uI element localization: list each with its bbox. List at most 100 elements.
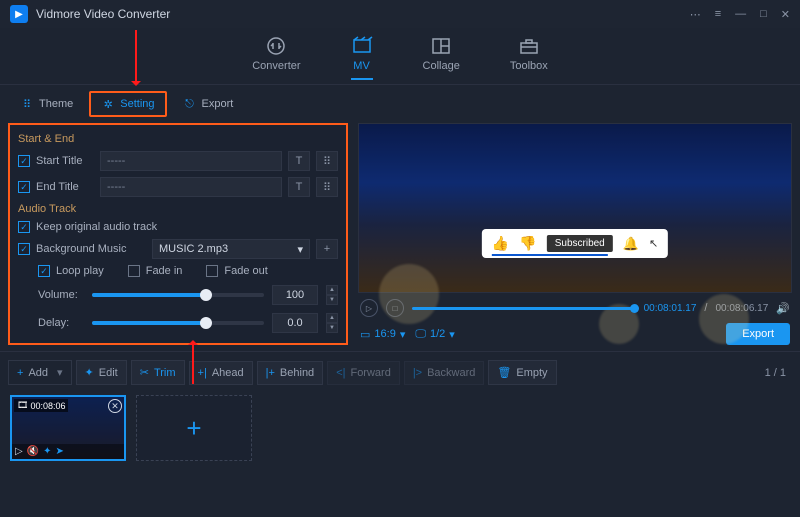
fadeout-label: Fade out [224, 265, 267, 277]
add-button[interactable]: +Add▾ [8, 360, 72, 385]
bgm-label: Background Music [36, 243, 146, 255]
annotation-arrow-bottom [192, 344, 194, 384]
maximize-icon[interactable]: □ [760, 8, 767, 21]
aspect-icon: ▭ [360, 328, 370, 341]
startend-header: Start & End [18, 133, 338, 145]
fadein-checkbox[interactable]: ✓ [128, 265, 140, 277]
clip-effects-icon[interactable]: ✦ [43, 446, 51, 457]
empty-button[interactable]: 🗑Empty [488, 360, 556, 385]
chevron-down-icon: ▾ [449, 328, 455, 341]
preview-panel: 👍 👎 Subscribed 🔔 ↖ ▷ □ 00:08:01.17/00:08… [358, 123, 792, 345]
end-title-label: End Title [36, 181, 94, 193]
mv-icon [351, 36, 373, 56]
chevron-down-icon: ▾ [297, 243, 303, 256]
settings-tabs: ⠿ Theme ✲ Setting ⎋ Export [0, 85, 800, 123]
app-title: Vidmore Video Converter [36, 7, 690, 21]
clip-thumbnail[interactable]: 🎞00:08:06 ✕ ▷ 🔇 ✦ ➤ [10, 395, 126, 461]
end-title-input[interactable]: ----- [100, 177, 282, 197]
end-title-edit-button[interactable]: ⠿ [316, 177, 338, 197]
zoom-select[interactable]: 🖵 1/2 ▾ [415, 328, 454, 341]
nav-collage[interactable]: Collage [423, 36, 460, 80]
zoom-value: 1/2 [430, 328, 445, 340]
tab-export[interactable]: ⎋ Export [173, 93, 244, 115]
clip-duration: 🎞00:08:06 [14, 399, 68, 412]
feedback-icon[interactable]: ⋯ [690, 8, 701, 21]
nav-toolbox-label: Toolbox [510, 60, 548, 72]
delay-stepper[interactable]: ▲▼ [326, 313, 338, 333]
minimize-icon[interactable]: — [735, 8, 746, 21]
play-button[interactable]: ▷ [360, 299, 378, 317]
aspect-ratio-select[interactable]: ▭ 16:9 ▾ [360, 328, 405, 341]
tab-export-label: Export [202, 98, 234, 110]
start-title-checkbox[interactable]: ✓ [18, 155, 30, 167]
bgm-checkbox[interactable]: ✓ [18, 243, 30, 255]
main-nav: Converter MV Collage Toolbox [0, 28, 800, 85]
fadeout-checkbox[interactable]: ✓ [206, 265, 218, 277]
export-icon: ⎋ [183, 97, 197, 111]
add-clip-button[interactable]: + [136, 395, 252, 461]
tab-theme[interactable]: ⠿ Theme [10, 93, 83, 115]
subscribed-badge: Subscribed [547, 235, 613, 252]
nav-mv-label: MV [353, 60, 370, 72]
delay-slider[interactable] [92, 321, 264, 325]
clip-remove-button[interactable]: ✕ [108, 399, 122, 413]
bell-icon: 🔔 [623, 236, 639, 252]
video-preview[interactable]: 👍 👎 Subscribed 🔔 ↖ [358, 123, 792, 293]
film-icon: 🎞 [17, 400, 28, 411]
close-icon[interactable]: ✕ [781, 8, 790, 21]
converter-icon [265, 36, 287, 56]
backward-button[interactable]: |>Backward [404, 361, 485, 385]
nav-converter[interactable]: Converter [252, 36, 300, 80]
end-title-font-button[interactable]: T [288, 177, 310, 197]
plus-icon: + [17, 367, 23, 379]
loop-checkbox[interactable]: ✓ [38, 265, 50, 277]
clip-share-icon[interactable]: ➤ [56, 446, 64, 457]
nav-mv[interactable]: MV [351, 36, 373, 80]
behind-button[interactable]: |+Behind [257, 361, 324, 385]
delay-value[interactable]: 0.0 [272, 313, 318, 333]
aspect-value: 16:9 [374, 328, 395, 340]
volume-slider[interactable] [92, 293, 264, 297]
end-title-checkbox[interactable]: ✓ [18, 181, 30, 193]
start-title-edit-button[interactable]: ⠿ [316, 151, 338, 171]
scissors-icon: ✂ [140, 366, 149, 379]
time-current: 00:08:01.17 [644, 303, 697, 314]
bottom-toolbar: +Add▾ ✦Edit ✂Trim +|Ahead |+Behind <|For… [0, 351, 800, 391]
wand-icon: ✦ [85, 366, 94, 379]
tab-setting-label: Setting [120, 98, 154, 110]
ahead-button[interactable]: +|Ahead [189, 361, 253, 385]
timeline-slider[interactable] [412, 307, 636, 310]
monitor-icon: 🖵 [415, 328, 426, 341]
volume-icon[interactable]: 🔊 [776, 302, 790, 315]
tab-setting[interactable]: ✲ Setting [89, 91, 166, 117]
start-title-input[interactable]: ----- [100, 151, 282, 171]
chevron-down-icon: ▾ [400, 328, 406, 341]
clip-mute-icon[interactable]: 🔇 [27, 446, 39, 457]
collage-icon [430, 36, 452, 56]
ahead-icon: +| [198, 367, 207, 379]
trim-button[interactable]: ✂Trim [131, 360, 185, 385]
start-title-font-button[interactable]: T [288, 151, 310, 171]
bgm-select[interactable]: MUSIC 2.mp3 ▾ [152, 239, 310, 259]
nav-converter-label: Converter [252, 60, 300, 72]
delay-label: Delay: [38, 317, 84, 329]
app-logo-icon: ▶ [10, 5, 28, 23]
volume-value[interactable]: 100 [272, 285, 318, 305]
nav-collage-label: Collage [423, 60, 460, 72]
nav-toolbox[interactable]: Toolbox [510, 36, 548, 80]
behind-icon: |+ [266, 367, 275, 379]
bgm-add-button[interactable]: + [316, 239, 338, 259]
volume-stepper[interactable]: ▲▼ [326, 285, 338, 305]
loop-label: Loop play [56, 265, 104, 277]
keep-audio-checkbox[interactable]: ✓ [18, 221, 30, 233]
menu-icon[interactable]: ≡ [715, 8, 721, 21]
clip-play-icon[interactable]: ▷ [15, 446, 23, 457]
gear-icon: ✲ [101, 97, 115, 111]
keep-audio-label: Keep original audio track [36, 221, 157, 233]
title-bar: ▶ Vidmore Video Converter ⋯ ≡ — □ ✕ [0, 0, 800, 28]
start-title-label: Start Title [36, 155, 94, 167]
cursor-icon: ↖ [649, 237, 658, 250]
forward-button[interactable]: <|Forward [327, 361, 400, 385]
toolbox-icon [518, 36, 540, 56]
edit-button[interactable]: ✦Edit [76, 360, 127, 385]
